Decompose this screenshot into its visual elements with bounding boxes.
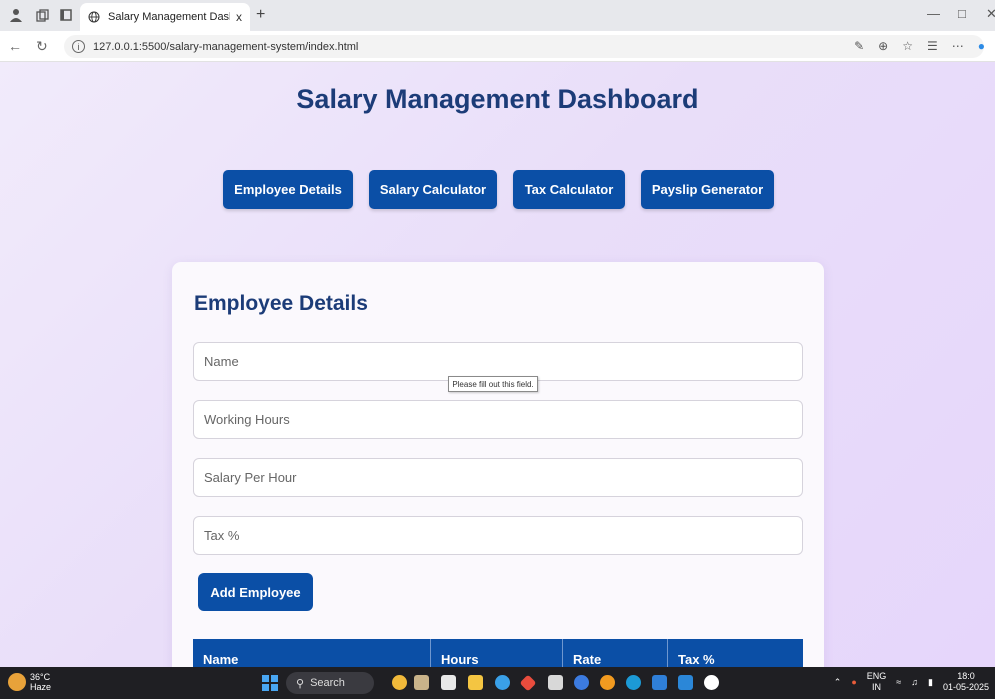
- taskbar: 36°C Haze ⚲ Search ⌃ ● ENG IN ≈ ♫ ▮ 18:0…: [0, 667, 995, 699]
- url-field[interactable]: i 127.0.0.1:5500/salary-management-syste…: [64, 35, 984, 58]
- favorite-star-icon[interactable]: ☆: [902, 39, 913, 53]
- card-title: Employee Details: [194, 292, 368, 315]
- more-menu-icon[interactable]: ⋯: [952, 39, 964, 53]
- tax-percent-input[interactable]: [193, 516, 803, 555]
- clock[interactable]: 18:0 01-05-2025: [943, 671, 989, 693]
- back-icon[interactable]: ←: [8, 38, 22, 54]
- column-rate: Rate: [563, 639, 668, 667]
- search-icon: ⚲: [296, 677, 305, 690]
- task-view-icon[interactable]: [441, 675, 456, 690]
- taskbar-search[interactable]: ⚲ Search: [286, 672, 374, 694]
- volume-icon[interactable]: ♫: [911, 677, 918, 687]
- temperature: 36°C: [30, 672, 51, 682]
- start-icon[interactable]: [262, 675, 278, 691]
- employee-details-card: Employee Details Add Employee Name Hours…: [172, 262, 824, 667]
- wifi-icon[interactable]: ≈: [896, 677, 901, 687]
- address-bar: ← ↻ i 127.0.0.1:5500/salary-management-s…: [0, 31, 995, 62]
- app-icon[interactable]: [574, 675, 589, 690]
- refresh-icon[interactable]: ↻: [36, 38, 48, 55]
- weather-condition: Haze: [30, 682, 52, 692]
- chrome-app-icon[interactable]: [600, 675, 615, 690]
- minimize-icon[interactable]: —: [927, 6, 940, 21]
- new-tab-button[interactable]: +: [256, 6, 265, 24]
- tab-close-icon[interactable]: x: [236, 10, 242, 24]
- browser-tab-strip: Salary Management Dashboard x + — □ ✕: [0, 0, 995, 31]
- copilot-icon[interactable]: ●: [978, 39, 985, 53]
- employee-table-header: Name Hours Rate Tax %: [193, 639, 803, 667]
- globe-icon: [88, 11, 100, 23]
- vscode-icon[interactable]: [678, 675, 693, 690]
- edge-dev-icon[interactable]: [652, 675, 667, 690]
- battery-icon[interactable]: ▮: [928, 677, 933, 688]
- add-employee-button[interactable]: Add Employee: [198, 573, 313, 611]
- favorites-icon[interactable]: ☰: [927, 39, 938, 53]
- chevron-up-icon[interactable]: ⌃: [834, 677, 842, 688]
- vertical-tabs-icon[interactable]: [58, 7, 74, 23]
- browser-app-icon[interactable]: [626, 675, 641, 690]
- app-circle-icon[interactable]: [704, 675, 719, 690]
- page-viewport: Salary Management Dashboard Employee Det…: [0, 62, 995, 667]
- store-icon[interactable]: [548, 675, 563, 690]
- info-icon[interactable]: i: [72, 40, 85, 53]
- browser-tab[interactable]: Salary Management Dashboard x: [80, 3, 250, 31]
- tab-title: Salary Management Dashboard: [108, 11, 230, 23]
- search-label: Search: [310, 677, 345, 689]
- edge-app-icon[interactable]: [495, 675, 510, 690]
- close-window-icon[interactable]: ✕: [986, 6, 995, 22]
- zoom-icon[interactable]: ⊕: [878, 39, 888, 53]
- profile-icon[interactable]: [8, 7, 24, 23]
- salary-calculator-button[interactable]: Salary Calculator: [369, 170, 497, 209]
- system-tray: ⌃ ● ENG IN ≈ ♫ ▮ 18:0 01-05-2025: [834, 671, 989, 693]
- read-aloud-icon[interactable]: ✎: [854, 39, 864, 53]
- weather-icon[interactable]: [8, 673, 26, 691]
- section-nav: Employee Details Salary Calculator Tax C…: [0, 170, 995, 209]
- widgets-app-icon[interactable]: [392, 675, 407, 690]
- file-explorer-icon[interactable]: [468, 675, 483, 690]
- workspaces-icon[interactable]: [34, 7, 50, 23]
- salary-per-hour-input[interactable]: [193, 458, 803, 497]
- url-text: 127.0.0.1:5500/salary-management-system/…: [93, 40, 359, 53]
- payslip-generator-button[interactable]: Payslip Generator: [641, 170, 774, 209]
- tray-app-icon[interactable]: ●: [851, 677, 856, 687]
- copilot-app-icon[interactable]: [414, 675, 429, 690]
- column-name: Name: [193, 639, 431, 667]
- page-title: Salary Management Dashboard: [296, 84, 699, 114]
- employee-details-button[interactable]: Employee Details: [223, 170, 353, 209]
- tax-calculator-button[interactable]: Tax Calculator: [513, 170, 625, 209]
- git-app-icon[interactable]: [519, 674, 537, 692]
- validation-tooltip: Please fill out this field.: [448, 376, 538, 392]
- weather-widget[interactable]: 36°C Haze: [30, 672, 51, 692]
- column-hours: Hours: [431, 639, 563, 667]
- maximize-icon[interactable]: □: [958, 6, 966, 21]
- language-indicator[interactable]: ENG IN: [867, 671, 887, 693]
- column-tax: Tax %: [678, 652, 715, 667]
- working-hours-input[interactable]: [193, 400, 803, 439]
